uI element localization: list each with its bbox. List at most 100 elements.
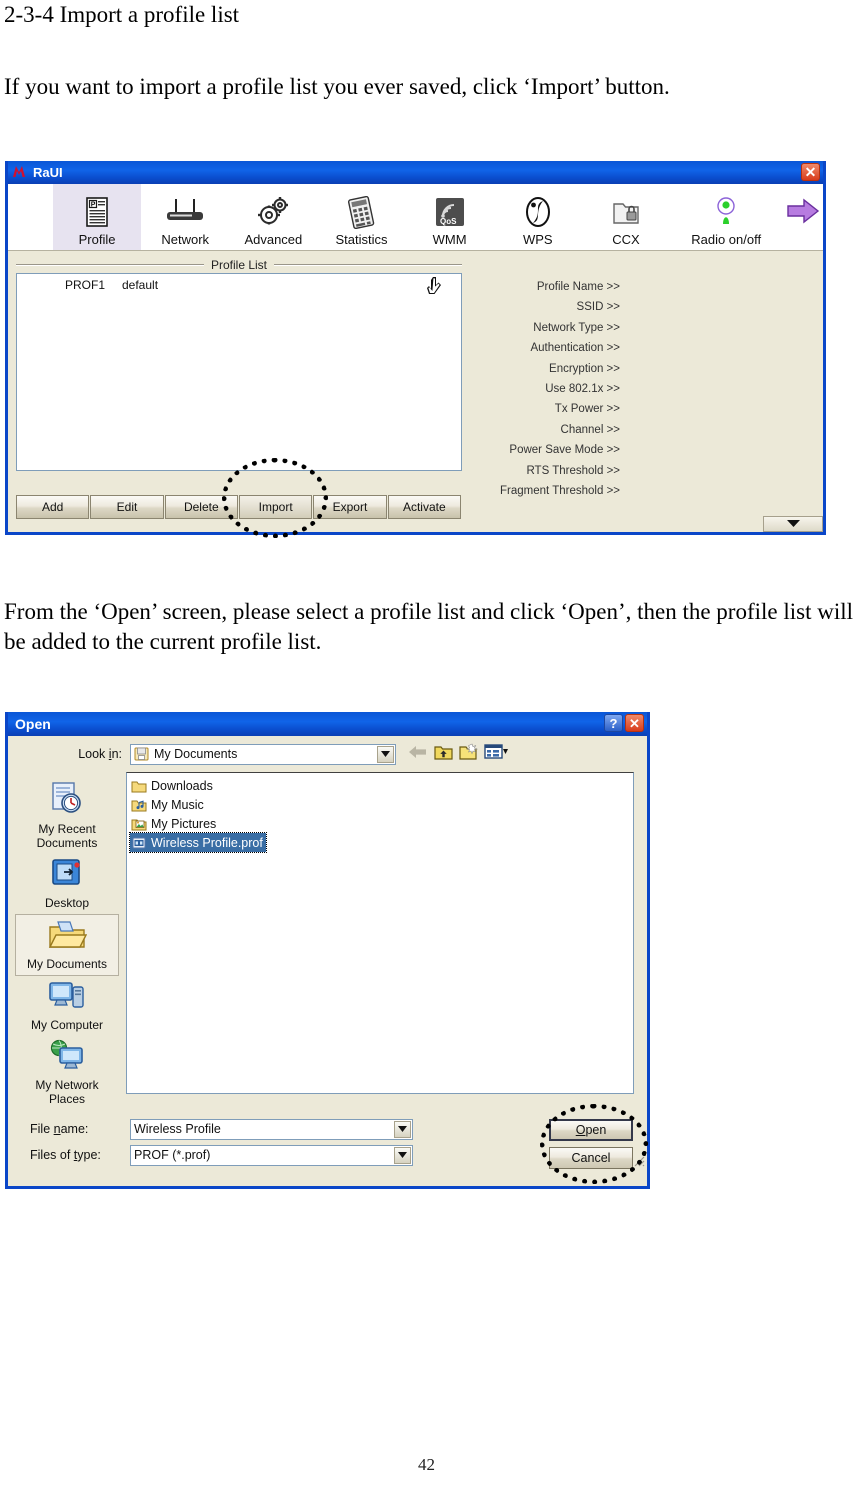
place-label: My Documents	[26, 957, 108, 971]
profile-ssid-cell: default	[122, 278, 159, 292]
ccx-lock-icon	[611, 192, 641, 232]
music-folder-icon	[130, 798, 148, 812]
prof-file-icon	[130, 836, 148, 850]
resize-grip-icon[interactable]	[631, 1153, 645, 1167]
file-name-label: File name:	[30, 1122, 89, 1136]
place-my-recent-documents[interactable]: My Recent Documents	[15, 778, 119, 854]
open-button[interactable]: Open	[549, 1119, 633, 1141]
close-icon[interactable]: ✕	[625, 714, 644, 732]
edit-button[interactable]: Edit	[90, 495, 164, 519]
views-icon[interactable]	[484, 743, 508, 765]
help-icon[interactable]: ?	[604, 714, 623, 732]
export-button[interactable]: Export	[313, 495, 387, 519]
my-documents-icon	[47, 918, 88, 955]
add-button[interactable]: Add	[16, 495, 90, 519]
hand-pointer-icon	[425, 276, 443, 299]
up-one-level-icon[interactable]	[434, 743, 453, 765]
tab-wps[interactable]: WPS	[494, 184, 582, 250]
close-icon[interactable]: ✕	[801, 163, 820, 181]
tab-profile[interactable]: P Profile	[53, 184, 142, 250]
file-type-value: PROF (*.prof)	[134, 1148, 211, 1162]
tab-network-label: Network	[161, 232, 210, 247]
look-in-row: Look in: My Documents	[8, 736, 647, 772]
cancel-button-label: Cancel	[571, 1151, 611, 1165]
import-button[interactable]: Import	[238, 495, 313, 519]
chevron-down-icon[interactable]	[394, 1146, 411, 1164]
raui-body: Profile List PROF1 default Add Edit Dele…	[8, 251, 823, 532]
intro-paragraph: If you want to import a profile list you…	[4, 74, 670, 99]
property-tx-power: Tx Power >>	[554, 403, 620, 416]
recent-documents-icon	[49, 781, 85, 820]
open-dialog-titlebar: Open ? ✕	[8, 712, 647, 736]
expand-collapse-button[interactable]	[763, 516, 823, 532]
raui-titlebar: RaUI ✕	[8, 161, 823, 184]
place-my-computer[interactable]: My Computer	[15, 976, 119, 1036]
property-encryption: Encryption >>	[549, 362, 620, 375]
file-name-value: Wireless Profile	[134, 1122, 221, 1136]
file-name: Wireless Profile.prof	[151, 835, 263, 850]
profile-list-box[interactable]: PROF1 default	[16, 273, 462, 471]
open-dialog-window-buttons: ? ✕	[604, 714, 644, 732]
file-list[interactable]: Downloads My Music My Pictures Wireless …	[126, 772, 634, 1094]
divider-left	[16, 264, 204, 266]
chevron-down-icon[interactable]	[394, 1120, 411, 1138]
property-network-type: Network Type >>	[533, 321, 620, 334]
place-my-documents[interactable]: My Documents	[15, 914, 119, 976]
place-label: My Network Places	[35, 1078, 99, 1106]
desktop-icon	[50, 857, 84, 894]
my-computer-icon	[48, 979, 86, 1016]
tab-network[interactable]: Network	[141, 184, 229, 250]
chevron-down-icon	[786, 515, 801, 533]
table-row[interactable]: PROF1 default	[17, 274, 461, 296]
place-label: Desktop	[44, 896, 90, 910]
open-dialog-footer: File name: Wireless Profile Files of typ…	[8, 1116, 647, 1169]
file-name-input[interactable]: Wireless Profile	[130, 1118, 413, 1140]
new-folder-icon[interactable]	[459, 743, 479, 765]
qos-wmm-icon: QoS	[434, 192, 466, 232]
place-my-network-places[interactable]: My Network Places	[15, 1036, 119, 1110]
tab-advanced-label: Advanced	[244, 232, 303, 247]
property-rts-threshold: RTS Threshold >>	[526, 464, 620, 477]
file-type-combobox[interactable]: PROF (*.prof)	[130, 1144, 413, 1166]
delete-button[interactable]: Delete	[164, 495, 238, 519]
tab-statistics[interactable]: Statistics	[317, 184, 405, 250]
look-in-combobox[interactable]: My Documents	[130, 743, 396, 765]
tab-wps-label: WPS	[522, 232, 553, 247]
places-bar: My Recent Documents Desktop My Documents…	[12, 772, 122, 1110]
tab-wmm[interactable]: QoS WMM	[406, 184, 494, 250]
list-item[interactable]: Wireless Profile.prof	[129, 832, 267, 853]
cancel-button[interactable]: Cancel	[549, 1147, 633, 1169]
advanced-gear-icon	[254, 192, 292, 232]
place-desktop[interactable]: Desktop	[15, 854, 119, 914]
profile-list-group: Profile List PROF1 default	[16, 258, 462, 494]
raui-toolbar: P Profile Network Advanced Statistics Qo…	[8, 184, 823, 251]
open-screen-paragraph: From the ‘Open’ screen, please select a …	[4, 599, 853, 654]
activate-button[interactable]: Activate	[387, 495, 461, 519]
list-item[interactable]: My Music	[130, 795, 207, 814]
tab-radio-on-off[interactable]: Radio on/off	[670, 184, 782, 250]
list-item[interactable]: Downloads	[130, 776, 216, 795]
tab-advanced[interactable]: Advanced	[229, 184, 317, 250]
look-in-value: My Documents	[154, 747, 238, 761]
radio-antenna-icon	[713, 192, 739, 232]
profile-action-buttons: Add Edit Delete Import Export Activate	[16, 495, 462, 519]
property-channel: Channel >>	[560, 423, 620, 436]
place-label: My Recent Documents	[36, 822, 98, 850]
svg-text:P: P	[91, 202, 96, 209]
my-documents-icon	[134, 747, 149, 761]
chevron-down-icon[interactable]	[377, 745, 394, 763]
place-label: My Computer	[30, 1018, 104, 1032]
raui-title-text: RaUI	[33, 165, 63, 180]
tab-statistics-label: Statistics	[335, 232, 388, 247]
tab-ccx[interactable]: CCX	[582, 184, 670, 250]
page-title: 2-3-4 Import a profile list	[4, 2, 240, 27]
property-use-8021x: Use 802.1x >>	[545, 383, 620, 396]
back-arrow-icon[interactable]	[408, 744, 428, 765]
list-item[interactable]: My Pictures	[130, 814, 219, 833]
ralink-logo-icon	[12, 165, 28, 181]
property-fragment-threshold: Fragment Threshold >>	[500, 485, 620, 498]
svg-text:QoS: QoS	[440, 217, 457, 226]
file-name: My Pictures	[151, 816, 217, 831]
next-arrow-icon[interactable]	[782, 184, 823, 250]
tab-wmm-label: WMM	[432, 232, 467, 247]
